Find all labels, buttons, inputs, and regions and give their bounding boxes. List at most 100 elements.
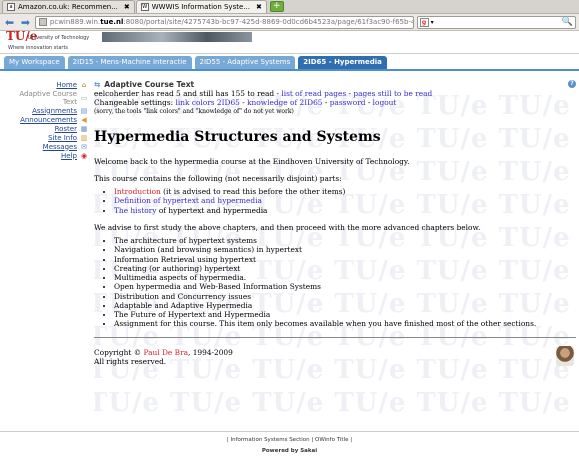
tab-2id15[interactable]: 2ID15 - Mens-Machine Interactie [67,56,192,69]
copyright-line: Copyright © Paul De Bra, 1994-2009 [94,348,576,357]
banner-image [102,32,252,42]
parts-intro: This course contains the following (not … [94,173,342,183]
tool-menu-item-site-info[interactable]: Site Info ▥ [0,133,90,142]
tool-menu-label[interactable]: Assignments [32,107,77,115]
university-name: University of Technology [28,35,90,41]
browser-tab-label: WWWIS Information Syste... [151,3,250,11]
info-icon: ▥ [80,133,88,142]
footer-link-owinfo[interactable]: OWinfo Title [315,437,349,443]
tab-2id55[interactable]: 2ID55 - Adaptive Systems [194,56,296,69]
password-link[interactable]: password [330,98,366,107]
status-text: eelcoherder has read 5 and still has 155… [94,89,282,98]
tool-title-icon: ⇆ [94,79,101,89]
list-item: Navigation (and browsing semantics) in h… [114,245,576,254]
link-colors-link[interactable]: link colors 2ID65 [176,98,240,107]
rights-line: All rights reserved. [94,356,167,366]
url-path: :8080/portal/site/4275743b-bc97-425d-886… [123,18,412,26]
watermark-row: TU/e TU/e TU/e TU/e TU/e TU/e TU/e TU/e … [94,388,576,418]
knowledge-link[interactable]: knowledge of 2ID65 [247,98,322,107]
reading-status: eelcoherder has read 5 and still has 155… [94,89,576,98]
site-identity-icon[interactable] [38,18,47,26]
chapters-list: The architecture of hypertext systemsNav… [114,236,576,329]
forward-arrow-icon[interactable]: ➡ [19,16,32,29]
list-item: Open hypermedia and Web-Based Informatio… [114,282,576,291]
welcome-text: Welcome back to the hypermedia course at… [94,156,410,166]
advise-text: We advise to first study the above chapt… [94,222,481,232]
home-icon: ⌂ [81,80,87,89]
tool-menu-label[interactable]: Site Info [48,134,77,142]
url-bar[interactable]: pcwin889.win. tue.nl:8080/portal/site/427… [34,15,414,29]
search-engine-dropdown-icon[interactable]: ▾ [431,19,434,26]
unread-pages-link[interactable]: pages still to be read [353,89,432,98]
browser-tab-amazon[interactable]: a Amazon.co.uk: Recommen... ✖ [2,0,135,13]
close-tab-icon[interactable]: ✖ [124,3,130,11]
divider [94,336,576,338]
list-item: Multimedia aspects of hypermedia. [114,273,576,282]
browser-tab-label: Amazon.co.uk: Recommen... [18,3,118,11]
tool-menu-item-help[interactable]: Help ◉ [0,151,90,160]
author-photo [556,345,574,366]
back-arrow-icon[interactable]: ⬅ [3,16,16,29]
tool-menu-label[interactable]: Messages [43,143,77,151]
tool-menu-label[interactable]: Announcements [20,116,77,124]
tool-menu-item-messages[interactable]: Messages ✉ [0,142,90,151]
search-box[interactable]: g ▾ 🔍 [416,15,576,29]
page-icon: ▭ [80,93,88,102]
settings-note: (sorry, the tools "link colors" and "kno… [94,107,294,115]
list-item: Introduction (it is advised to read this… [114,187,576,196]
url-host: tue.nl [100,18,124,26]
tool-title-bar: ⇆ Adaptive Course Text ? [94,79,576,89]
author-link[interactable]: Paul De Bra [143,348,188,357]
copyright-prefix: Copyright © [94,347,144,357]
tool-menu-label[interactable]: Help [61,152,77,160]
list-item: Creating (or authoring) hypertext [114,264,576,273]
list-item: The Future of Hypertext and Hypermedia [114,310,576,319]
tool-menu-item-assignments[interactable]: Assignments ▤ [0,106,90,115]
part-note: of hypertext and hypermedia [156,205,268,215]
list-item: Definition of hypertext and hypermedia [114,196,576,205]
part-link[interactable]: Definition of hypertext and hypermedia [114,196,262,205]
browser-nav-bar: ⬅ ➡ pcwin889.win. tue.nl:8080/portal/site… [0,14,579,31]
part-link[interactable]: Introduction [114,187,161,196]
tab-my-workspace[interactable]: My Workspace [4,56,65,69]
tool-title: Adaptive Course Text [104,79,195,89]
tagline: Where innovation starts [8,45,69,51]
tool-menu-item-home[interactable]: Home ⌂ [0,80,90,89]
tool-menu: Home ⌂ Adaptive Course Text ▭ Assignments ▤ An… [0,80,90,160]
tool-menu-label: Adaptive Course Text [19,89,77,106]
tab-2id65[interactable]: 2ID65 - Hypermedia [298,56,387,69]
mail-icon: ✉ [81,142,87,151]
read-pages-link[interactable]: list of read pages [281,89,346,98]
wwwis-favicon-icon: W [140,3,149,11]
list-item: Assignment for this course. This item on… [114,319,576,328]
tool-menu-item-announcements[interactable]: Announcements ◀ [0,115,90,124]
search-engine-icon[interactable]: g [419,17,429,27]
footer-link-info-systems[interactable]: Information Systems Section [230,437,309,443]
search-icon[interactable]: 🔍 [562,17,573,27]
roster-icon: ▦ [80,124,88,133]
close-tab-icon[interactable]: ✖ [256,3,262,11]
tool-menu-label[interactable]: Home [56,81,77,89]
course-text: eelcoherder has read 5 and still has 155… [94,89,576,366]
url-prefix: pcwin889.win. [49,18,101,26]
site-tabs: My Workspace 2ID15 - Mens-Machine Intera… [0,55,579,71]
assignment-icon: ▤ [80,106,88,115]
megaphone-icon: ◀ [81,115,87,124]
list-item: The architecture of hypertext systems [114,236,576,245]
list-item: Information Retrieval using hypertext [114,255,576,264]
browser-tab-bar: a Amazon.co.uk: Recommen... ✖ W WWWIS In… [0,0,579,14]
logout-link[interactable]: logout [373,98,397,107]
footer-links: | Information Systems Section | OWinfo T… [226,437,353,443]
copyright-block: Copyright © Paul De Bra, 1994-2009 All r… [94,345,576,367]
copyright-years: , 1994-2009 [188,347,233,357]
site-banner: TU/e University of Technology Where inno… [0,29,579,54]
new-tab-button[interactable]: + [269,1,284,12]
list-item: The history of hypertext and hypermedia [114,206,576,215]
help-icon[interactable]: ? [568,80,576,88]
tool-menu-item-roster[interactable]: Roster ▦ [0,124,90,133]
browser-tab-wwwis[interactable]: W WWWIS Information Syste... ✖ [135,0,267,13]
tool-menu-item-adaptive-course-text: Adaptive Course Text ▭ [0,89,90,106]
main-content: ⇆ Adaptive Course Text ? TU/e TU/e TU/e … [94,75,576,430]
tool-menu-label[interactable]: Roster [55,125,77,133]
part-link[interactable]: The history [114,206,156,215]
